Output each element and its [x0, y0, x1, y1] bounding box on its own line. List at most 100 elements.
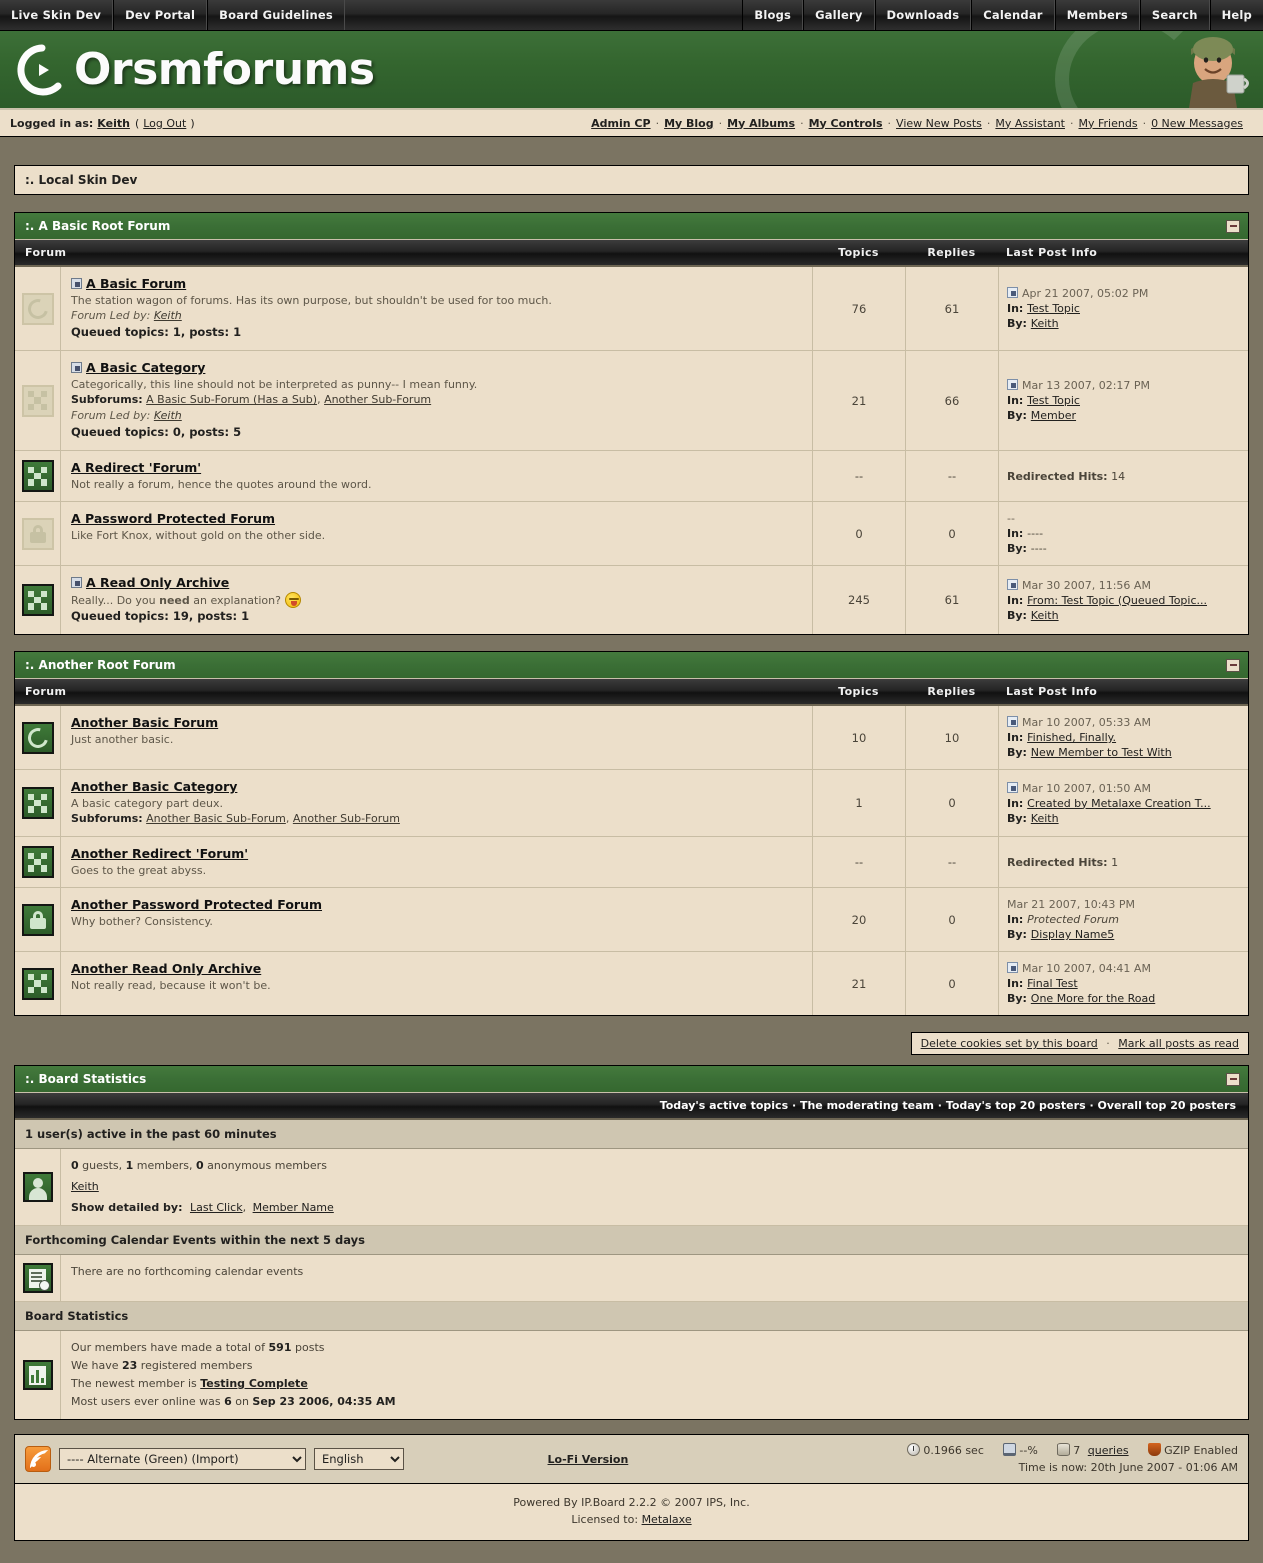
goto-last-post-icon[interactable]: [1007, 962, 1018, 973]
goto-last-post-icon[interactable]: [1007, 716, 1018, 727]
mark-all-read-link[interactable]: Mark all posts as read: [1118, 1037, 1239, 1050]
last-post-author-link[interactable]: Keith: [1031, 317, 1059, 330]
top-nav-item-members[interactable]: Members: [1054, 0, 1140, 30]
last-post-topic-link[interactable]: Finished, Finally.: [1027, 731, 1116, 744]
user-link-my-albums[interactable]: My Albums: [727, 117, 795, 130]
forum-moderator-link[interactable]: Keith: [154, 409, 182, 422]
forum-status-icon-cell[interactable]: [15, 351, 61, 450]
rss-feed-icon[interactable]: [25, 1446, 51, 1472]
top-nav-item-calendar[interactable]: Calendar: [971, 0, 1055, 30]
stats-subnav-today-s-active-topics[interactable]: Today's active topics: [660, 1099, 788, 1112]
stats-subnav-the-moderating-team[interactable]: The moderating team: [800, 1099, 934, 1112]
forum-name-link[interactable]: A Redirect 'Forum': [71, 460, 201, 475]
comma-sep: ,: [242, 1201, 247, 1214]
last-post-author-link[interactable]: Keith: [1031, 812, 1059, 825]
forum-status-icon-cell[interactable]: [15, 770, 61, 836]
forum-name-link[interactable]: Another Basic Category: [71, 779, 237, 794]
forum-name-link[interactable]: A Password Protected Forum: [71, 511, 275, 526]
last-post-topic-link[interactable]: Final Test: [1027, 977, 1078, 990]
stats-subnav-today-s-top-20-posters[interactable]: Today's top 20 posters: [946, 1099, 1086, 1112]
subforum-link[interactable]: Another Sub-Forum: [293, 812, 400, 825]
user-link-0-new-messages[interactable]: 0 New Messages: [1151, 117, 1243, 130]
user-link-my-friends[interactable]: My Friends: [1079, 117, 1138, 130]
lofi-version-link[interactable]: Lo-Fi Version: [548, 1453, 629, 1466]
user-link-admin-cp[interactable]: Admin CP: [591, 117, 650, 130]
goto-last-post-icon[interactable]: [1007, 379, 1018, 390]
forum-status-icon-cell[interactable]: [15, 566, 61, 634]
last-post-topic-link[interactable]: Test Topic: [1027, 302, 1080, 315]
user-link-view-new-posts[interactable]: View New Posts: [896, 117, 982, 130]
last-post-author-link[interactable]: New Member to Test With: [1031, 746, 1172, 759]
last-post-author-link[interactable]: Member: [1031, 409, 1076, 422]
forum-status-icon-cell[interactable]: [15, 267, 61, 350]
member-count-label: members,: [133, 1159, 197, 1172]
collapse-toggle-button[interactable]: [1226, 219, 1240, 233]
last-post-author-link[interactable]: Keith: [1031, 609, 1059, 622]
forum-name-link[interactable]: A Read Only Archive: [86, 575, 229, 590]
licensed-to-link[interactable]: Metalaxe: [642, 1513, 692, 1526]
queries-link[interactable]: queries: [1088, 1444, 1129, 1457]
subforum-link[interactable]: Another Basic Sub-Forum: [146, 812, 286, 825]
forum-name-link[interactable]: A Basic Category: [86, 360, 205, 375]
top-nav-item-dev-portal[interactable]: Dev Portal: [113, 0, 208, 30]
forum-name-link[interactable]: Another Basic Forum: [71, 715, 218, 730]
last-post-by-label: By:: [1007, 992, 1031, 1005]
checker-icon: [21, 584, 54, 616]
redirect-hits-line: Redirected Hits: 14: [1007, 469, 1248, 484]
collapse-toggle-button[interactable]: [1226, 658, 1240, 672]
last-post-topic-link[interactable]: From: Test Topic (Queued Topic...: [1027, 594, 1207, 607]
user-link-my-blog[interactable]: My Blog: [664, 117, 714, 130]
last-post-author-link[interactable]: Display Name5: [1031, 928, 1115, 941]
logged-in-username-link[interactable]: Keith: [97, 117, 130, 130]
newest-member-prefix: The newest member is: [71, 1377, 201, 1390]
show-detailed-member-name-link[interactable]: Member Name: [253, 1201, 334, 1214]
top-nav-item-gallery[interactable]: Gallery: [803, 0, 875, 30]
language-select[interactable]: English: [314, 1448, 404, 1470]
forum-row: Another Redirect 'Forum' Goes to the grea…: [15, 837, 1248, 888]
top-nav-item-board-guidelines[interactable]: Board Guidelines: [207, 0, 345, 30]
forum-topics-count: 1: [812, 770, 905, 836]
forum-status-icon-cell[interactable]: [15, 451, 61, 501]
user-link-my-controls[interactable]: My Controls: [809, 117, 883, 130]
redirect-hits-value: 14: [1107, 469, 1126, 483]
lock-icon: [21, 903, 54, 936]
last-post-author-link[interactable]: One More for the Road: [1031, 992, 1155, 1005]
forum-name-link[interactable]: Another Read Only Archive: [71, 961, 261, 976]
show-detailed-last-click-link[interactable]: Last Click: [190, 1201, 243, 1214]
forum-last-post-cell: -- In: ---- By: ----: [998, 502, 1248, 565]
last-post-in-label: In:: [1007, 731, 1028, 744]
forum-status-icon-cell[interactable]: [15, 888, 61, 951]
last-post-topic-link[interactable]: Test Topic: [1027, 394, 1080, 407]
forum-status-icon-cell[interactable]: [15, 952, 61, 1015]
subforum-link[interactable]: Another Sub-Forum: [324, 393, 431, 406]
last-post-date: --: [1007, 512, 1015, 525]
forum-status-icon-cell[interactable]: [15, 706, 61, 769]
forum-status-icon-cell[interactable]: [15, 502, 61, 565]
log-out-link[interactable]: Log Out: [143, 117, 186, 130]
collapse-toggle-button[interactable]: [1226, 1072, 1240, 1086]
goto-last-post-icon[interactable]: [1007, 287, 1018, 298]
skin-select[interactable]: ---- Alternate (Green) (Import): [59, 1448, 306, 1470]
forum-name-link[interactable]: A Basic Forum: [86, 276, 186, 291]
members-count: 23: [121, 1359, 138, 1372]
goto-last-post-icon[interactable]: [1007, 578, 1018, 590]
top-nav-item-blogs[interactable]: Blogs: [742, 0, 804, 30]
forum-name-link[interactable]: Another Password Protected Forum: [71, 897, 322, 912]
members-prefix: We have: [71, 1359, 122, 1372]
active-user-link[interactable]: Keith: [71, 1180, 99, 1193]
newest-member-link[interactable]: Testing Complete: [200, 1377, 308, 1390]
last-post-topic-link[interactable]: Created by Metalaxe Creation T...: [1027, 797, 1211, 810]
forum-moderator-link[interactable]: Keith: [154, 309, 182, 322]
user-link-my-assistant[interactable]: My Assistant: [995, 117, 1065, 130]
subforum-link[interactable]: A Basic Sub-Forum (Has a Sub): [146, 393, 317, 406]
stats-subnav-overall-top-20-posters[interactable]: Overall top 20 posters: [1097, 1099, 1236, 1112]
top-nav-item-downloads[interactable]: Downloads: [874, 0, 972, 30]
site-logo[interactable]: Orsmforums: [14, 42, 375, 98]
forum-name-link[interactable]: Another Redirect 'Forum': [71, 846, 248, 861]
top-nav-item-search[interactable]: Search: [1139, 0, 1210, 30]
top-nav-item-help[interactable]: Help: [1209, 0, 1263, 30]
goto-last-post-icon[interactable]: [1007, 781, 1018, 793]
top-nav-item-live-skin-dev[interactable]: Live Skin Dev: [0, 0, 114, 30]
forum-status-icon-cell[interactable]: [15, 837, 61, 887]
delete-cookies-link[interactable]: Delete cookies set by this board: [921, 1037, 1098, 1050]
